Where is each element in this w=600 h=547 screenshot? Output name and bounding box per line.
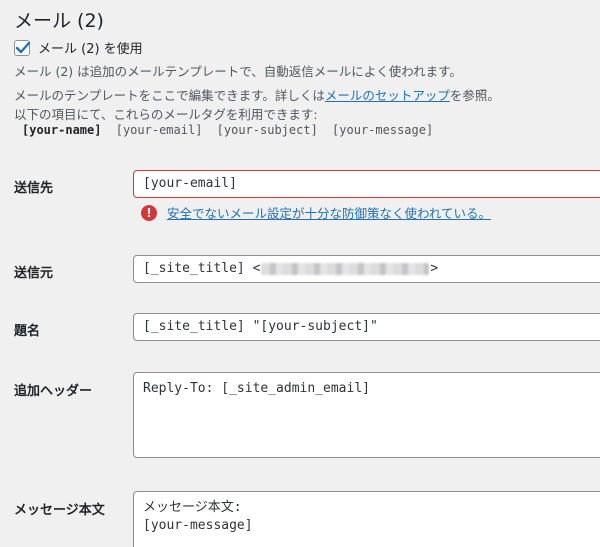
mail-tag-your-name: [your-name] — [22, 123, 102, 137]
use-mail-2-label: メール (2) を使用 — [38, 42, 143, 57]
use-mail-2-checkbox[interactable] — [14, 39, 31, 56]
mail-tag-your-subject: [your-subject] — [216, 123, 318, 137]
mail-2-description: メール (2) は追加のメールテンプレートで、自動返信メールによく使われます。 — [14, 64, 462, 79]
use-mail-2-checkbox-row[interactable]: メール (2) を使用 — [14, 38, 143, 57]
headers-line: Reply-To: [_site_admin_email] — [143, 381, 370, 396]
insecure-mail-warning-link[interactable]: 安全でないメール設定が十分な防御策なく使われている。 — [167, 203, 491, 222]
additional-headers-textarea[interactable]: Reply-To: [_site_admin_email] — [133, 372, 600, 458]
mail-setup-link[interactable]: メールのセットアップ — [325, 88, 450, 103]
mail-tag-your-message: [your-message] — [332, 123, 434, 137]
edit-note-suffix: を参照。 — [449, 88, 500, 103]
message-body-line: メッセージ本文: — [143, 500, 242, 515]
from-value-suffix: > — [430, 261, 439, 276]
edit-note-prefix: メールのテンプレートをここで編集できます。詳しくは — [14, 88, 325, 103]
message-body-line: [your-message] — [143, 518, 253, 533]
from-field[interactable]: [_site_title] < > — [133, 255, 600, 283]
mail-tags-note: 以下の項目にて、これらのメールタグを利用できます: — [14, 107, 318, 122]
message-body-label: メッセージ本文 — [14, 503, 105, 518]
edit-note: メールのテンプレートをここで編集できます。詳しくはメールのセットアップを参照。 — [14, 85, 500, 104]
mail-tags-list: [your-name] [your-email] [your-subject] … — [22, 123, 440, 137]
section-title: メール (2) — [14, 10, 104, 32]
exclamation-circle-icon: ! — [141, 204, 157, 221]
to-warning: ! 安全でないメール設定が十分な防御策なく使われている。 — [141, 203, 491, 222]
message-body-textarea[interactable]: メッセージ本文: [your-message] — [133, 491, 600, 547]
from-label: 送信元 — [14, 266, 54, 281]
to-label: 送信先 — [14, 181, 54, 196]
mail-2-settings-panel: メール (2) メール (2) を使用 メール (2) は追加のメールテンプレー… — [0, 0, 600, 547]
additional-headers-label: 追加ヘッダー — [14, 384, 93, 399]
checkmark-icon — [15, 41, 31, 53]
subject-label: 題名 — [14, 324, 41, 339]
subject-field[interactable]: [_site_title] "[your-subject]" — [133, 313, 600, 341]
mail-tag-your-email: [your-email] — [115, 123, 203, 137]
redacted-email-blur — [261, 262, 430, 275]
to-field[interactable]: [your-email] — [133, 170, 600, 198]
from-value-prefix: [_site_title] < — [143, 261, 261, 276]
